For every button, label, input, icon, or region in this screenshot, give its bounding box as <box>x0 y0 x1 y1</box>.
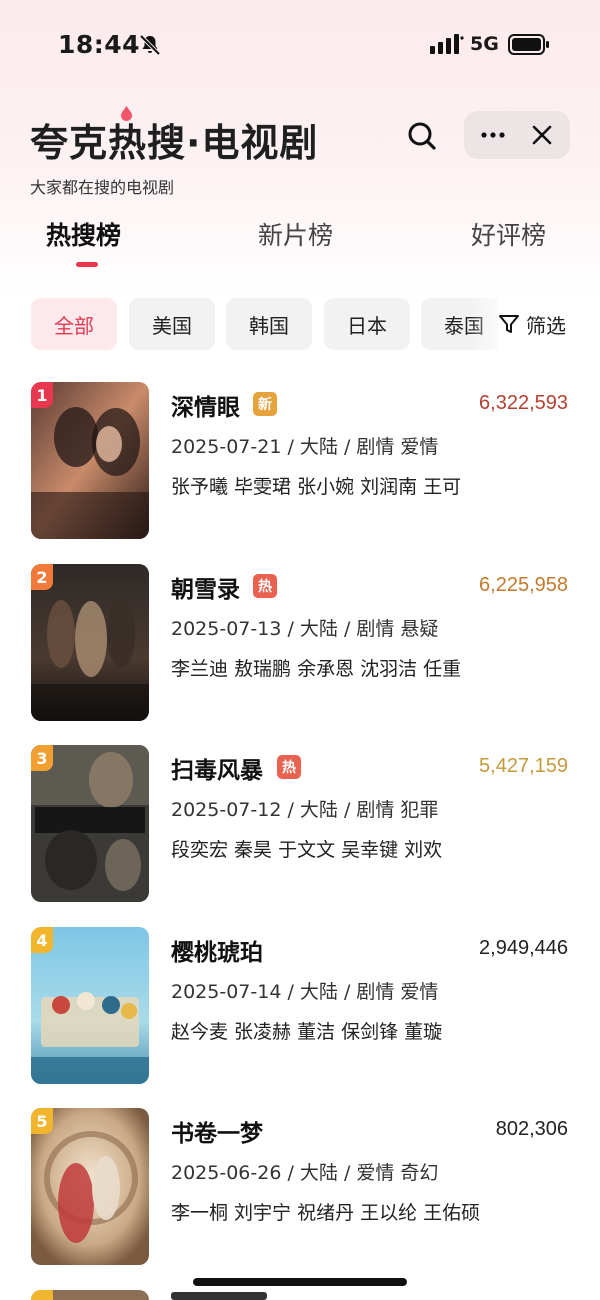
drama-meta: 2025-07-12 / 大陆 / 剧情 犯罪 <box>171 799 439 821</box>
drama-title: 朝雪录 <box>171 577 240 603</box>
tab-hot-search[interactable]: 热搜榜 <box>46 216 121 252</box>
heat-score: 6,322,593 <box>479 392 568 414</box>
drama-title: 樱桃琥珀 <box>171 940 263 966</box>
poster-image: 3 <box>31 745 149 902</box>
list-item[interactable]: 3 扫毒风暴 热 5,427,159 2025-07-12 / 大陆 / 剧情 … <box>0 745 600 907</box>
drama-meta: 2025-07-13 / 大陆 / 剧情 悬疑 <box>171 618 439 640</box>
drama-meta: 2025-07-14 / 大陆 / 剧情 爱情 <box>171 981 439 1003</box>
tab-top-rated[interactable]: 好评榜 <box>471 216 546 252</box>
drama-cast: 赵今麦 张凌赫 董洁 保剑锋 董璇 <box>171 1021 443 1043</box>
funnel-icon <box>499 315 519 333</box>
hot-badge: 热 <box>253 574 277 598</box>
rank-badge: 4 <box>31 927 53 953</box>
drama-meta: 2025-06-26 / 大陆 / 爱情 奇幻 <box>171 1162 439 1184</box>
list-item[interactable]: 4 樱桃琥珀 2,949,446 2025-07-14 / 大陆 / 剧情 爱情… <box>0 927 600 1089</box>
list-item[interactable]: 1 深情眼 新 6,322,593 2025-07-21 / 大陆 / 剧情 爱… <box>0 382 600 544</box>
poster-image: 1 <box>31 382 149 539</box>
tab-new-releases[interactable]: 新片榜 <box>258 216 333 252</box>
drama-title: 书卷一梦 <box>171 1121 263 1147</box>
heat-score: 2,949,446 <box>479 937 568 959</box>
heat-score: 802,306 <box>495 1118 568 1140</box>
active-tab-indicator <box>76 262 98 267</box>
heat-score: 5,427,159 <box>479 755 568 777</box>
drama-cast: 张予曦 毕雯珺 张小婉 刘润南 王可 <box>171 476 462 498</box>
poster-image: 2 <box>31 564 149 721</box>
signal-icon <box>430 34 464 54</box>
filter-chip-korea[interactable]: 韩国 <box>226 298 312 350</box>
drama-cast: 李兰迪 敖瑞鹏 余承恩 沈羽洁 任重 <box>171 658 462 680</box>
drama-cast: 李一桐 刘宇宁 祝绪丹 王以纶 王佑硕 <box>171 1202 481 1224</box>
drama-cast: 段奕宏 秦昊 于文文 吴幸键 刘欢 <box>171 839 443 861</box>
drama-title: 深情眼 <box>171 395 240 421</box>
rank-badge: 3 <box>31 745 53 771</box>
muted-bell-icon <box>139 34 161 56</box>
battery-icon <box>508 34 549 55</box>
filter-chip-japan[interactable]: 日本 <box>324 298 410 350</box>
close-icon[interactable] <box>531 124 553 146</box>
list-item[interactable]: 2 朝雪录 热 6,225,958 2025-07-13 / 大陆 / 剧情 悬… <box>0 564 600 726</box>
rank-badge-partial <box>31 1290 53 1300</box>
rank-badge: 5 <box>31 1108 53 1134</box>
filter-chip-all[interactable]: 全部 <box>31 298 117 350</box>
filter-button-label: 筛选 <box>526 313 566 338</box>
drama-title-partial <box>171 1292 267 1300</box>
filter-button[interactable]: 筛选 <box>498 298 578 350</box>
flame-drop-icon <box>121 106 132 121</box>
more-icon[interactable] <box>480 123 506 147</box>
status-time: 18:44 <box>58 30 141 59</box>
page-title: 夸克热搜·电视剧 <box>30 121 319 165</box>
filter-chip-usa[interactable]: 美国 <box>129 298 215 350</box>
network-label: 5G <box>470 33 499 55</box>
rank-badge: 2 <box>31 564 53 590</box>
new-badge: 新 <box>253 392 277 416</box>
home-indicator[interactable] <box>193 1278 407 1286</box>
rank-badge: 1 <box>31 382 53 408</box>
status-bar: 18:44 5G <box>0 0 600 90</box>
poster-image: 5 <box>31 1108 149 1265</box>
hot-badge: 热 <box>277 755 301 779</box>
search-icon[interactable] <box>406 120 438 152</box>
drama-title: 扫毒风暴 <box>171 758 263 784</box>
drama-meta: 2025-07-21 / 大陆 / 剧情 爱情 <box>171 436 439 458</box>
heat-score: 6,225,958 <box>479 574 568 596</box>
list-item[interactable]: 5 书卷一梦 802,306 2025-06-26 / 大陆 / 爱情 奇幻 李… <box>0 1108 600 1270</box>
page-subtitle: 大家都在搜的电视剧 <box>30 178 175 197</box>
poster-image: 4 <box>31 927 149 1084</box>
